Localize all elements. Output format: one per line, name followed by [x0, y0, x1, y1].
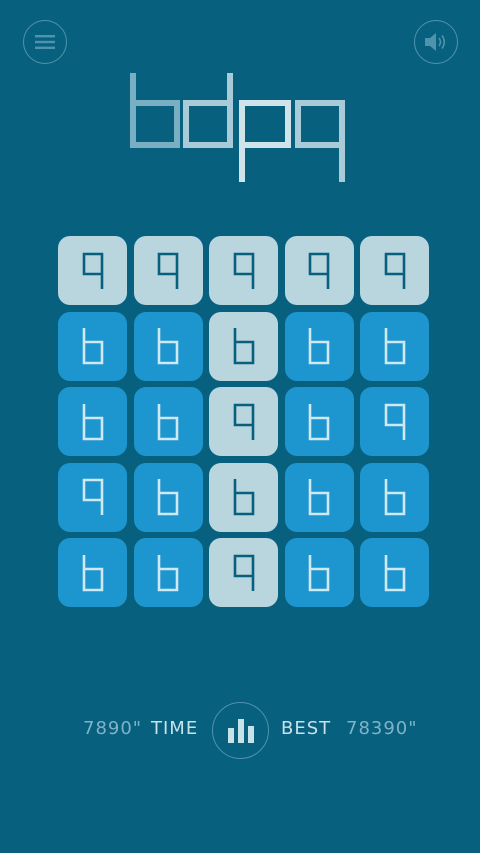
glyph-q: [157, 252, 179, 289]
tile-4-4[interactable]: [360, 538, 429, 607]
tile-1-2[interactable]: [209, 311, 278, 381]
tile-3-1[interactable]: [133, 462, 203, 532]
tile-1-4[interactable]: [360, 311, 429, 381]
bar-chart-icon: [227, 718, 254, 743]
glyph-q: [233, 554, 254, 591]
glyph-q: [82, 252, 103, 289]
logo-glyphs: [130, 73, 345, 182]
tile-4-3[interactable]: [284, 538, 354, 607]
glyph-q: [308, 252, 330, 289]
glyph-b: [308, 554, 330, 591]
tile-2-4[interactable]: [360, 387, 429, 456]
glyph-b: [82, 403, 103, 440]
glyph-b: [82, 554, 103, 591]
glyph-q: [384, 403, 405, 440]
glyph-q: [384, 252, 405, 289]
time-label: TIME: [151, 718, 199, 739]
glyph-b: [308, 479, 330, 516]
tile-2-0[interactable]: [58, 387, 127, 456]
glyph-q: [82, 478, 103, 515]
menu-icon: [35, 35, 55, 49]
tile-2-2[interactable]: [209, 387, 278, 456]
tile-3-0[interactable]: [58, 462, 127, 532]
tile-4-0[interactable]: [58, 538, 127, 607]
glyph-b: [233, 328, 254, 365]
tile-3-4[interactable]: [360, 462, 429, 532]
tile-4-1[interactable]: [133, 538, 203, 607]
glyph-b: [157, 328, 179, 365]
sound-button[interactable]: [414, 20, 458, 64]
glyph-b: [308, 328, 330, 365]
tile-1-3[interactable]: [284, 311, 354, 381]
glyph-b: [233, 479, 254, 516]
stats-button[interactable]: [212, 702, 269, 759]
score-footer: 7890" TIME BEST 78390": [0, 700, 480, 760]
menu-button[interactable]: [23, 20, 67, 64]
speaker-icon: [425, 33, 446, 51]
tile-0-3[interactable]: [284, 236, 354, 305]
best-value: 78390": [346, 718, 418, 739]
tile-1-0[interactable]: [58, 311, 127, 381]
glyph-q: [233, 252, 254, 289]
glyph-b: [384, 479, 405, 516]
time-value: 7890": [83, 718, 143, 739]
glyph-b: [384, 328, 405, 365]
tile-0-2[interactable]: [209, 236, 278, 305]
game-logo: [0, 70, 480, 185]
tile-0-0[interactable]: [58, 236, 127, 305]
game-board: [58, 236, 430, 612]
tile-3-2[interactable]: [209, 462, 278, 532]
tile-2-3[interactable]: [284, 387, 354, 456]
glyph-b: [82, 328, 103, 365]
glyph-b: [157, 554, 179, 591]
glyph-q: [233, 403, 254, 440]
tile-3-3[interactable]: [284, 462, 354, 532]
glyph-b: [308, 403, 330, 440]
tile-4-2[interactable]: [209, 538, 278, 607]
tile-0-4[interactable]: [360, 236, 429, 305]
tile-1-1[interactable]: [133, 311, 203, 381]
tile-2-1[interactable]: [133, 387, 203, 456]
glyph-b: [157, 403, 179, 440]
best-label: BEST: [281, 718, 332, 739]
glyph-b: [384, 554, 405, 591]
tile-0-1[interactable]: [133, 236, 203, 305]
glyph-b: [157, 479, 179, 516]
